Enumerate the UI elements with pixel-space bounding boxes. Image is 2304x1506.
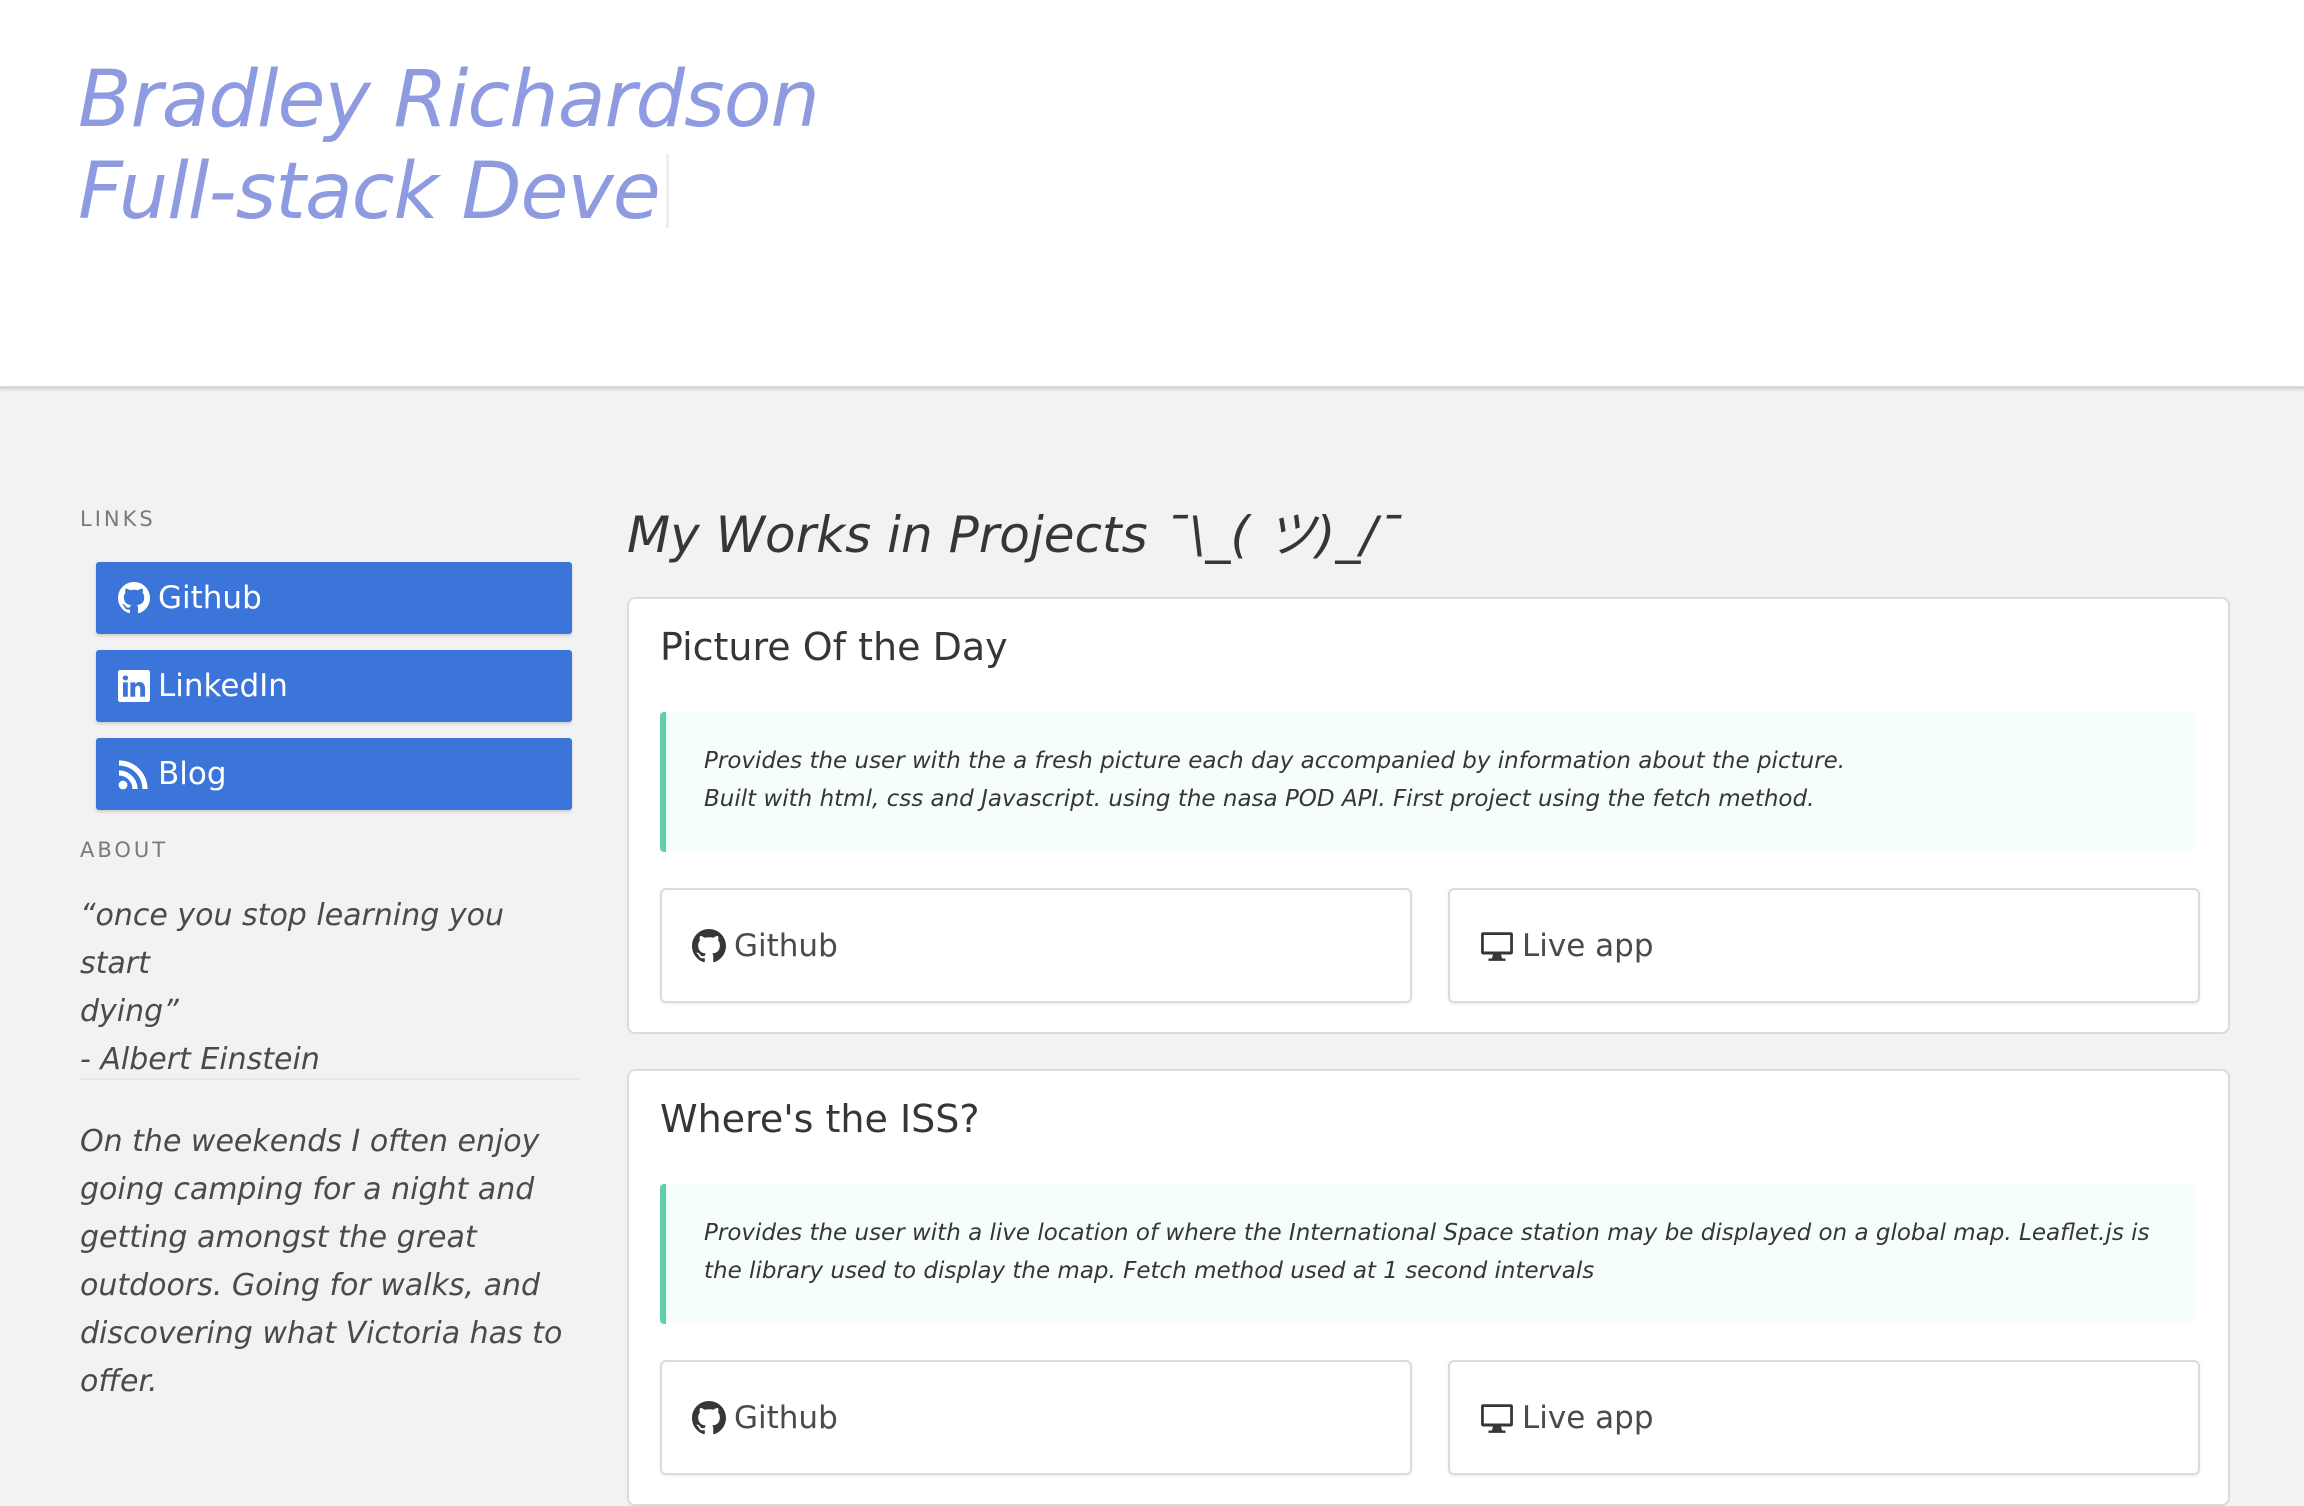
project-github-button[interactable]: Github <box>660 888 1412 1003</box>
github-icon <box>692 928 726 963</box>
project-card: Picture Of the Day Provides the user wit… <box>627 597 2230 1034</box>
about-line: discovering what Victoria has to <box>80 1316 563 1351</box>
quote-line: “once you stop learning you start <box>80 898 504 981</box>
project-github-button[interactable]: Github <box>660 1360 1412 1475</box>
sidebar-link-label: LinkedIn <box>158 668 288 704</box>
rss-icon <box>118 758 150 790</box>
github-icon <box>118 582 150 614</box>
project-live-app-button[interactable]: Live app <box>1448 1360 2200 1475</box>
hero-name: Bradley Richardson <box>78 55 820 145</box>
hero-role-typed: Full-stack Deve <box>78 147 661 237</box>
button-label: Github <box>734 927 838 964</box>
button-label: Live app <box>1522 927 1654 964</box>
project-live-app-button[interactable]: Live app <box>1448 888 2200 1003</box>
button-label: Github <box>734 1399 838 1436</box>
projects-heading: My Works in Projects ¯\_( ツ)_/¯ <box>627 506 1403 564</box>
about-line: outdoors. Going for walks, and <box>80 1268 541 1303</box>
project-title: Picture Of the Day <box>660 625 1008 669</box>
sidebar-link-github[interactable]: Github <box>96 562 572 634</box>
quote-line: dying” <box>80 994 179 1029</box>
github-icon <box>692 1400 726 1435</box>
description-line: Built with html, css and Javascript. usi… <box>704 786 1815 812</box>
project-description: Provides the user with a live location o… <box>660 1184 2195 1324</box>
quote-author: - Albert Einstein <box>80 1042 320 1077</box>
project-card: Where's the ISS? Provides the user with … <box>627 1069 2230 1506</box>
about-quote: “once you stop learning you start dying”… <box>80 892 580 1084</box>
about-label: ABOUT <box>80 838 169 862</box>
hero-title: Bradley Richardson Full-stack Deve <box>78 54 820 238</box>
hero-role-line: Full-stack Deve <box>78 146 819 238</box>
sidebar-link-label: Blog <box>158 756 227 792</box>
about-paragraph: On the weekends I often enjoy going camp… <box>80 1118 580 1406</box>
sidebar-link-linkedin[interactable]: LinkedIn <box>96 650 572 722</box>
sidebar-divider <box>80 1078 580 1080</box>
about-line: On the weekends I often enjoy <box>80 1124 540 1159</box>
links-label: LINKS <box>80 507 156 531</box>
sidebar-link-blog[interactable]: Blog <box>96 738 572 810</box>
typing-cursor <box>665 154 669 228</box>
project-title: Where's the ISS? <box>660 1097 980 1141</box>
desktop-monitor-icon <box>1480 929 1514 963</box>
button-label: Live app <box>1522 1399 1654 1436</box>
project-description: Provides the user with the a fresh pictu… <box>660 712 2195 852</box>
hero-header: Bradley Richardson Full-stack Deve <box>0 0 2304 389</box>
description-line: Provides the user with the a fresh pictu… <box>704 748 1846 774</box>
about-line: going camping for a night and <box>80 1172 535 1207</box>
description-line: Provides the user with a live location o… <box>704 1220 2150 1246</box>
sidebar-link-label: Github <box>158 580 262 616</box>
about-line: offer. <box>80 1364 158 1399</box>
description-line: the library used to display the map. Fet… <box>704 1258 1595 1284</box>
linkedin-icon <box>118 670 150 702</box>
about-line: getting amongst the great <box>80 1220 477 1255</box>
desktop-monitor-icon <box>1480 1401 1514 1435</box>
